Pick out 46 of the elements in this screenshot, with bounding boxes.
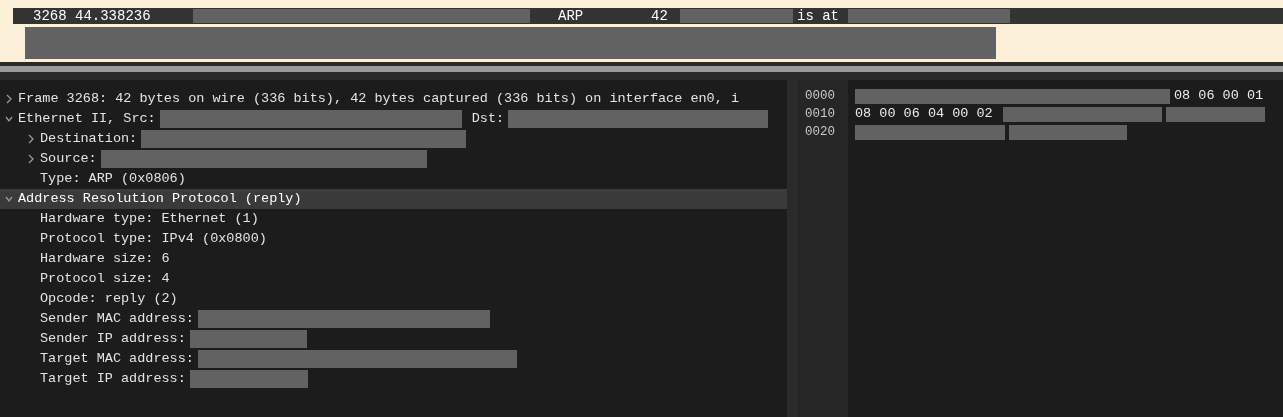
chevron-right-icon[interactable]	[27, 154, 35, 164]
packet-cell-text: 42	[651, 9, 669, 23]
tree-row[interactable]: Sender IP address:	[0, 329, 787, 349]
tree-row[interactable]: Ethernet II, Src: Dst:	[0, 109, 787, 129]
tree-item-text: Destination:	[40, 129, 138, 148]
tree-row[interactable]: Hardware type: Ethernet (1)	[0, 209, 787, 229]
tree-row[interactable]: Protocol type: IPv4 (0x0800)	[0, 229, 787, 249]
hex-bytes: 08 06 00 01	[1174, 86, 1265, 105]
byte-offset: 0010	[804, 105, 836, 123]
tree-row[interactable]: Target IP address:	[0, 369, 787, 389]
tree-item-text: Dst:	[471, 109, 505, 128]
packet-cell-text: 3268	[33, 9, 68, 23]
tree-item-text: Opcode: reply (2)	[40, 289, 178, 308]
tree-row[interactable]: Target MAC address:	[0, 349, 787, 369]
tree-item-text: Hardware type: Ethernet (1)	[40, 209, 259, 228]
chevron-right-icon[interactable]	[27, 134, 35, 144]
packet-cell-text: ARP	[558, 9, 585, 23]
byte-offset: 0020	[804, 123, 836, 141]
pane-splitter[interactable]	[0, 62, 1283, 80]
tree-item-text: Sender IP address:	[40, 329, 186, 348]
chevron-right-icon[interactable]	[5, 94, 13, 104]
packet-row[interactable]: 3268 44.338236 ARP 42 is at	[13, 8, 1283, 24]
tree-item-text: Ethernet II, Src:	[18, 109, 156, 128]
tree-item-text: Address Resolution Protocol (reply)	[18, 189, 302, 208]
packet-cell-text: is at	[797, 9, 840, 23]
tree-row[interactable]: Hardware size: 6	[0, 249, 787, 269]
selected-tree-row[interactable]: Address Resolution Protocol (reply)	[0, 189, 787, 209]
tree-item-text: Target IP address:	[40, 369, 186, 388]
tree-row[interactable]: Sender MAC address:	[0, 309, 787, 329]
chevron-down-icon[interactable]	[5, 114, 13, 124]
tree-row[interactable]: Source:	[0, 149, 787, 169]
byte-offset: 0000	[804, 87, 836, 105]
tree-row[interactable]: Opcode: reply (2)	[0, 289, 787, 309]
hex-bytes: 08 00 06 04 00 02	[855, 104, 994, 123]
tree-item-text: Source:	[40, 149, 97, 168]
packet-cell-text: 44.338236	[75, 9, 152, 23]
tree-item-text: Sender MAC address:	[40, 309, 194, 328]
tree-item-text: Target MAC address:	[40, 349, 194, 368]
tree-row[interactable]: Protocol size: 4	[0, 269, 787, 289]
tree-item-text: Hardware size: 6	[40, 249, 170, 268]
tree-row[interactable]: Destination:	[0, 129, 787, 149]
tree-item-text: Type: ARP (0x0806)	[40, 169, 186, 188]
tree-row[interactable]: Type: ARP (0x0806)	[0, 169, 787, 189]
tree-item-text: Protocol type: IPv4 (0x0800)	[40, 229, 267, 248]
chevron-down-icon[interactable]	[5, 194, 13, 204]
tree-item-text: Protocol size: 4	[40, 269, 170, 288]
